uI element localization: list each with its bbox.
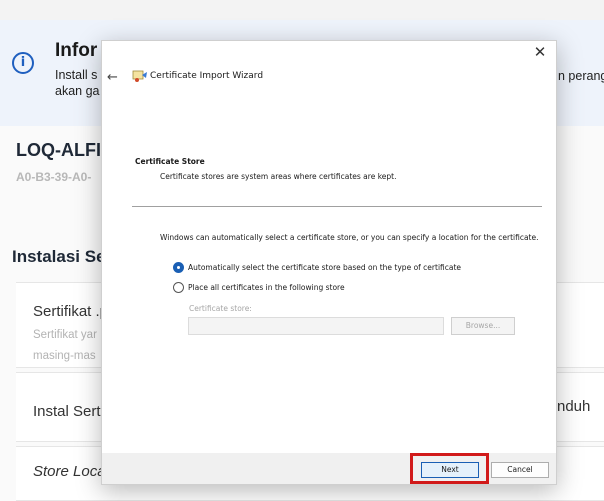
step-title: Certificate Store <box>135 157 205 166</box>
info-banner-text-line1: Install s <box>55 68 98 82</box>
certificate-card-title: Sertifikat .p <box>33 303 109 320</box>
auto-select-radio[interactable] <box>173 262 184 273</box>
store-selection-description: Windows can automatically select a certi… <box>160 233 539 242</box>
back-arrow-icon[interactable]: ← <box>107 70 118 85</box>
info-banner-title: Infor <box>55 40 98 61</box>
auto-select-label: Automatically select the certificate sto… <box>188 263 462 272</box>
auto-select-store-option[interactable]: Automatically select the certificate sto… <box>173 262 461 273</box>
download-link[interactable]: nduh <box>557 398 590 415</box>
step-description: Certificate stores are system areas wher… <box>160 172 397 181</box>
close-button[interactable]: ✕ <box>528 41 552 63</box>
dialog-title: Certificate Import Wizard <box>150 71 264 81</box>
browse-button: Browse... <box>451 317 515 335</box>
certificate-wizard-icon <box>132 70 147 82</box>
device-mac-address: A0-B3-39-A0- <box>16 170 92 184</box>
header-divider <box>132 206 542 207</box>
info-banner-text-right: n perang <box>558 69 604 83</box>
info-icon: i <box>12 52 34 74</box>
certificate-import-wizard-dialog: ✕ ← Certificate Import Wizard Certificat… <box>101 40 557 485</box>
certificate-store-label: Certificate store: <box>189 304 252 313</box>
info-banner-text-line2: akan ga <box>55 84 100 98</box>
cancel-button[interactable]: Cancel <box>491 462 549 478</box>
certificate-card-subtitle-line1: Sertifikat yar <box>33 329 97 341</box>
top-strip <box>0 0 604 20</box>
device-name: LOQ-ALFI <box>16 140 101 160</box>
place-in-store-option[interactable]: Place all certificates in the following … <box>173 282 345 293</box>
section-title: Instalasi Se <box>12 247 106 266</box>
next-button[interactable]: Next <box>421 462 479 478</box>
place-in-store-label: Place all certificates in the following … <box>188 283 345 292</box>
certificate-store-input <box>188 317 444 335</box>
place-in-store-radio[interactable] <box>173 282 184 293</box>
install-certificate-title: Instal Serti <box>33 403 104 420</box>
certificate-card-subtitle-line2: masing-mas <box>33 350 96 362</box>
store-location-label: Store Locat <box>33 463 110 480</box>
